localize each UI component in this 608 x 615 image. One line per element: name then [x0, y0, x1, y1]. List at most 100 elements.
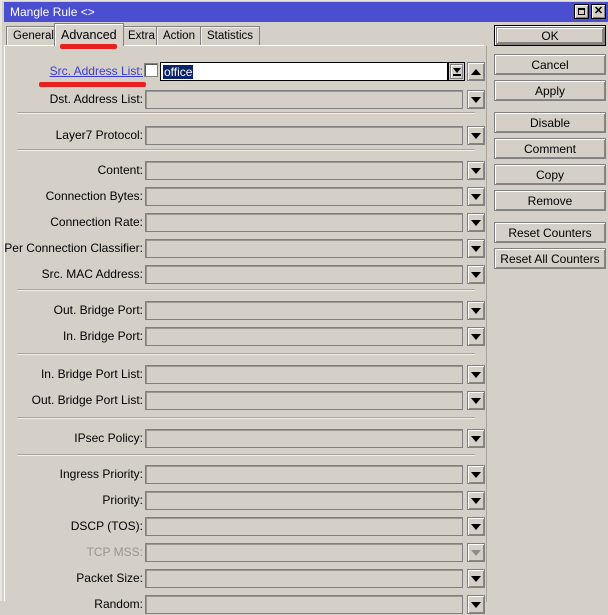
field-label-out-bridge-port-list: Out. Bridge Port List:: [31, 393, 143, 407]
tab-label: Advanced: [61, 28, 117, 42]
tab-statistics[interactable]: Statistics: [200, 26, 261, 45]
maximize-button[interactable]: [574, 4, 589, 19]
field-row-in-bridge-port-list: In. Bridge Port List:: [5, 365, 485, 385]
chevron-down-icon: [471, 333, 481, 340]
random-dropdown-button[interactable]: [467, 595, 485, 614]
annotation-underline-src-address-list: [39, 82, 146, 87]
field-label-in-bridge-port: In. Bridge Port:: [62, 329, 143, 343]
dst-address-list-dropdown-button[interactable]: [467, 90, 485, 109]
close-icon: ✕: [593, 5, 604, 17]
chevron-down-icon: [471, 307, 481, 314]
tab-action[interactable]: Action: [156, 26, 202, 45]
tab-general[interactable]: General: [6, 26, 61, 45]
reset-counters-button[interactable]: Reset Counters: [494, 222, 606, 243]
field-label-content: Content:: [97, 163, 143, 177]
chevron-down-icon: [471, 132, 481, 139]
random-input[interactable]: [145, 595, 463, 614]
field-row-out-bridge-port: Out. Bridge Port:: [5, 301, 485, 321]
disable-button[interactable]: Disable: [494, 112, 606, 133]
src-address-list-dropdown-button[interactable]: [448, 62, 465, 81]
field-label-in-bridge-port-list: In. Bridge Port List:: [40, 367, 143, 381]
button-label: Disable: [529, 115, 571, 130]
chevron-down-icon: [471, 601, 481, 608]
comment-button[interactable]: Comment: [494, 138, 606, 159]
button-label: Reset All Counters: [500, 251, 600, 266]
panel-scroll-up-button[interactable]: [467, 62, 485, 81]
in-bridge-port-list-input[interactable]: [145, 365, 463, 384]
tab-advanced[interactable]: Advanced: [54, 23, 124, 46]
src-mac-address-dropdown-button[interactable]: [467, 265, 485, 284]
field-row-random: Random:: [5, 595, 485, 615]
in-bridge-port-dropdown-button[interactable]: [467, 327, 485, 346]
content-input[interactable]: [145, 161, 463, 180]
field-row-per-connection-classifier: Per Connection Classifier:: [4, 239, 485, 259]
chevron-down-icon: [471, 245, 481, 252]
tab-label: Extra: [128, 30, 155, 42]
tcp-mss-dropdown-button: [467, 543, 485, 562]
apply-button[interactable]: Apply: [494, 80, 606, 101]
ingress-priority-dropdown-button[interactable]: [467, 465, 485, 484]
field-label-ipsec-policy: IPsec Policy:: [74, 431, 143, 445]
field-row-dscp-tos: DSCP (TOS):: [5, 517, 485, 537]
src-mac-address-input[interactable]: [145, 265, 463, 284]
out-bridge-port-list-input[interactable]: [145, 391, 463, 410]
src-address-list-negate-checkbox[interactable]: [144, 63, 158, 77]
button-label: Copy: [535, 167, 564, 182]
dscp-tos-input[interactable]: [145, 517, 463, 536]
connection-bytes-dropdown-button[interactable]: [467, 187, 485, 206]
field-label-tcp-mss: TCP MSS:: [86, 545, 143, 559]
titlebar: Mangle Rule <> ✕: [4, 2, 608, 22]
section-divider: [17, 454, 475, 456]
mangle-rule-window: Mangle Rule <> ✕ General Advanced Extra …: [0, 0, 608, 614]
chevron-up-icon: [471, 68, 481, 75]
packet-size-dropdown-button[interactable]: [467, 569, 485, 588]
connection-rate-input[interactable]: [145, 213, 463, 232]
field-label-per-connection-classifier: Per Connection Classifier:: [4, 241, 143, 255]
ipsec-policy-input[interactable]: [145, 429, 463, 448]
ipsec-policy-dropdown-button[interactable]: [467, 429, 485, 448]
field-label-out-bridge-port: Out. Bridge Port:: [53, 303, 143, 317]
connection-rate-dropdown-button[interactable]: [467, 213, 485, 232]
close-button[interactable]: ✕: [591, 4, 606, 19]
src-address-list-input[interactable]: office: [160, 62, 448, 81]
window-title: Mangle Rule <>: [10, 5, 95, 19]
field-label-priority: Priority:: [102, 493, 143, 507]
connection-bytes-input[interactable]: [145, 187, 463, 206]
field-row-content: Content:: [5, 161, 485, 181]
layer7-protocol-input[interactable]: [145, 126, 463, 145]
chevron-down-icon: [471, 523, 481, 530]
priority-dropdown-button[interactable]: [467, 491, 485, 510]
in-bridge-port-input[interactable]: [145, 327, 463, 346]
field-row-dst-address-list: Dst. Address List:: [5, 90, 485, 110]
reset-all-counters-button[interactable]: Reset All Counters: [494, 248, 606, 269]
copy-button[interactable]: Copy: [494, 164, 606, 185]
layer7-protocol-dropdown-button[interactable]: [467, 126, 485, 145]
packet-size-input[interactable]: [145, 569, 463, 588]
per-connection-classifier-dropdown-button[interactable]: [467, 239, 485, 258]
tcp-mss-input: [145, 543, 463, 562]
field-row-in-bridge-port: In. Bridge Port:: [5, 327, 485, 347]
chevron-down-icon: [471, 371, 481, 378]
field-label-src-mac-address: Src. MAC Address:: [41, 267, 143, 281]
out-bridge-port-dropdown-button[interactable]: [467, 301, 485, 320]
dscp-tos-dropdown-button[interactable]: [467, 517, 485, 536]
out-bridge-port-list-dropdown-button[interactable]: [467, 391, 485, 410]
in-bridge-port-list-dropdown-button[interactable]: [467, 365, 485, 384]
panel-divider: [486, 46, 487, 602]
dst-address-list-input[interactable]: [145, 90, 463, 109]
content-dropdown-button[interactable]: [467, 161, 485, 180]
per-connection-classifier-input[interactable]: [145, 239, 463, 258]
remove-button[interactable]: Remove: [494, 190, 606, 211]
ok-button[interactable]: OK: [494, 25, 606, 46]
field-label-connection-bytes: Connection Bytes:: [45, 189, 143, 203]
ingress-priority-input[interactable]: [145, 465, 463, 484]
cancel-button[interactable]: Cancel: [494, 54, 606, 75]
chevron-down-icon: [471, 167, 481, 174]
out-bridge-port-input[interactable]: [145, 301, 463, 320]
field-row-ipsec-policy: IPsec Policy:: [5, 429, 485, 449]
field-row-ingress-priority: Ingress Priority:: [5, 465, 485, 485]
priority-input[interactable]: [145, 491, 463, 510]
chevron-down-icon: [471, 497, 481, 504]
field-row-priority: Priority:: [5, 491, 485, 511]
maximize-icon: [578, 8, 585, 15]
